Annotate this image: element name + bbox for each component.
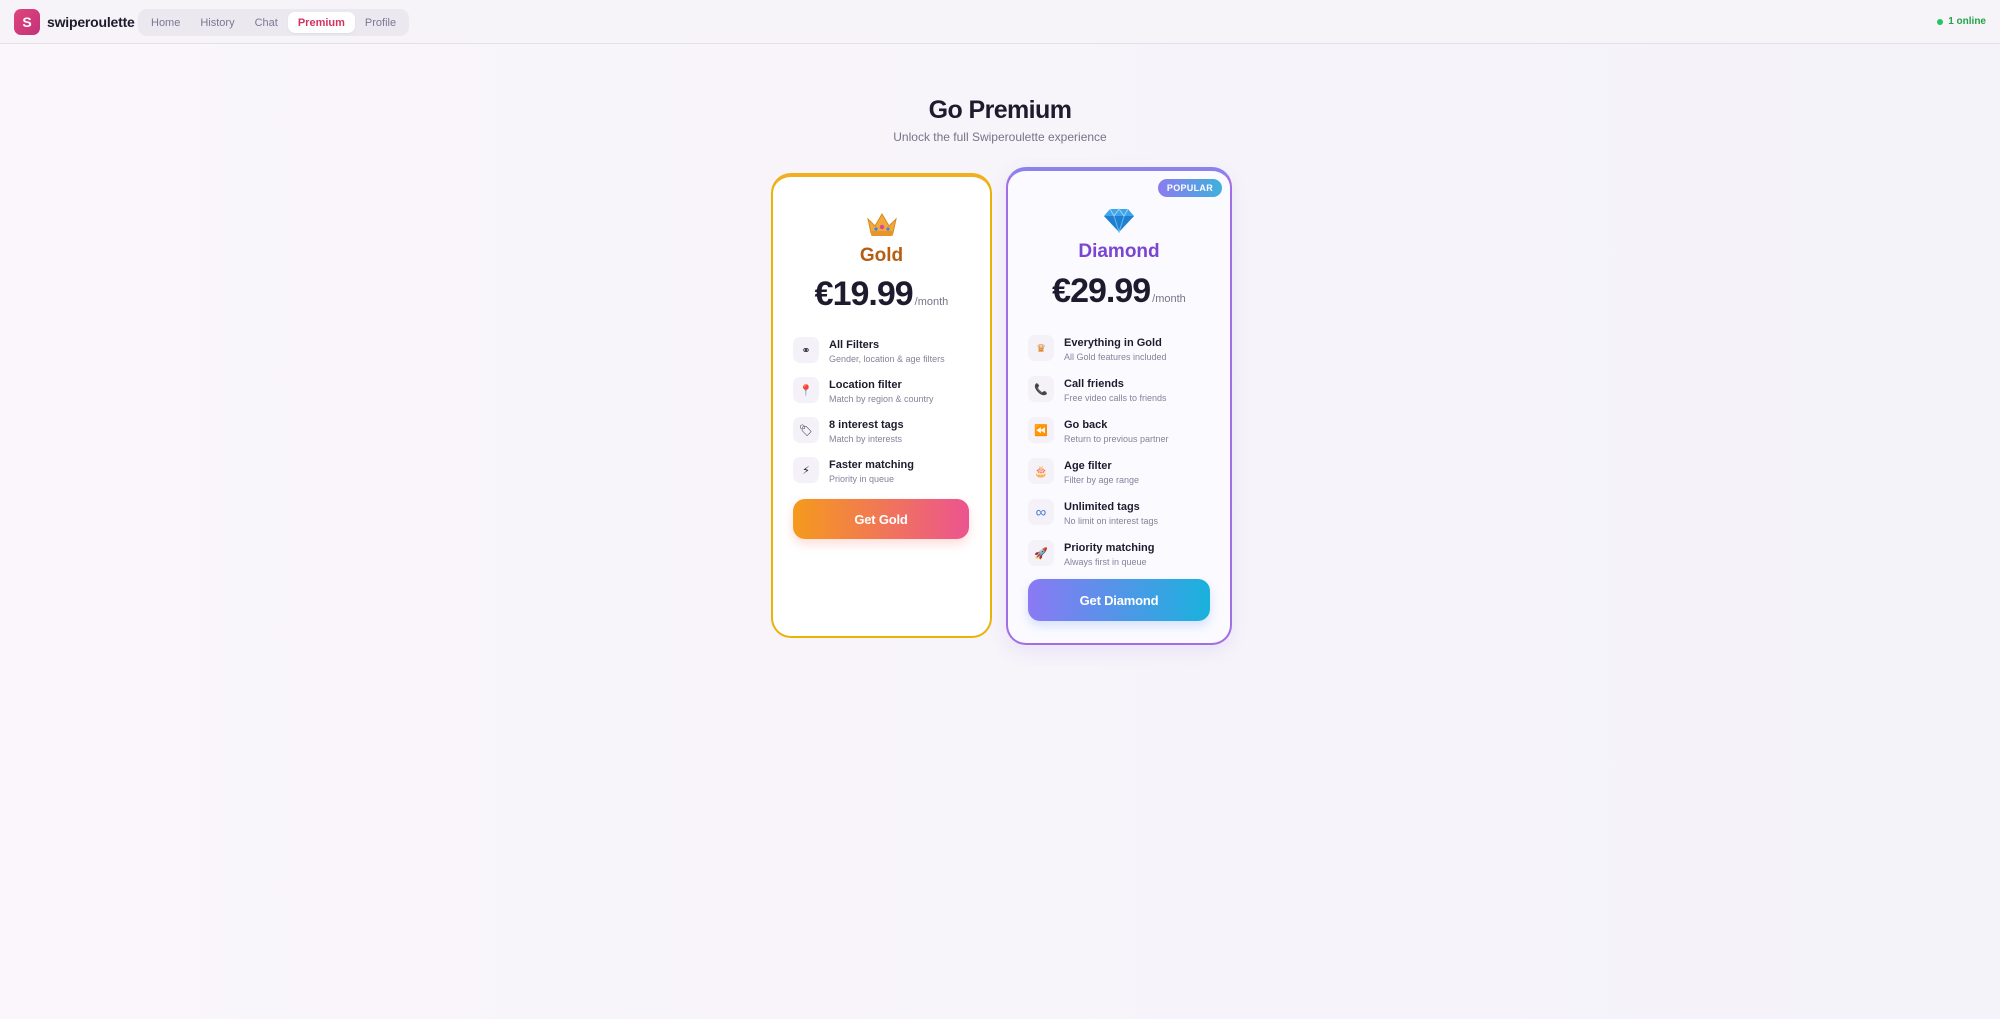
get-diamond-button[interactable]: Get Diamond	[1028, 579, 1210, 621]
crown-icon: ♛	[1028, 335, 1054, 361]
online-status: 1 online	[1937, 16, 1986, 27]
feature-desc: Priority in queue	[829, 474, 895, 484]
tab-premium[interactable]: Premium	[287, 12, 355, 33]
brand[interactable]: S swiperoulette	[14, 9, 135, 35]
feature-desc: No limit on interest tags	[1064, 516, 1159, 526]
gold-price: €19.99	[814, 275, 914, 313]
feature-desc: Filter by age range	[1064, 475, 1140, 485]
back-icon: ⏪	[1028, 417, 1054, 443]
gold-plan-name: Gold	[859, 245, 904, 266]
diamond-price: €29.99	[1052, 272, 1151, 310]
tag-icon: 🏷	[793, 417, 819, 443]
popular-badge: POPULAR	[1157, 179, 1222, 197]
tab-home[interactable]: Home	[141, 12, 190, 33]
gold-plan-card: Gold €19.99 /month ⚭ All Filters Gender,…	[771, 173, 992, 638]
diamond-feature-item: ♛ Everything in Gold All Gold features i…	[1028, 335, 1216, 363]
feature-title: Location filter	[829, 379, 902, 391]
brand-logo: S	[14, 9, 40, 35]
nav-tabs: Home History Chat Premium Profile	[138, 9, 410, 36]
diamond-icon	[1008, 207, 1230, 238]
feature-title: Everything in Gold	[1064, 337, 1162, 349]
feature-title: Go back	[1064, 419, 1108, 431]
phone-icon: 📞	[1028, 376, 1054, 402]
feature-title: Unlimited tags	[1064, 501, 1140, 513]
cake-icon: 🎂	[1028, 458, 1054, 484]
diamond-feature-item: ⏪ Go back Return to previous partner	[1028, 417, 1216, 445]
feature-desc: Return to previous partner	[1064, 434, 1169, 444]
feature-desc: Free video calls to friends	[1064, 393, 1167, 403]
online-dot-icon	[1937, 18, 1944, 25]
gold-feature-list: ⚭ All Filters Gender, location & age fil…	[793, 337, 976, 485]
feature-title: 8 interest tags	[829, 419, 904, 431]
gold-feature-item: 📍 Location filter Match by region & coun…	[793, 377, 976, 405]
feature-title: Priority matching	[1064, 542, 1155, 554]
get-gold-button[interactable]: Get Gold	[793, 499, 969, 539]
gold-feature-item: ⚭ All Filters Gender, location & age fil…	[793, 337, 976, 365]
tab-history[interactable]: History	[190, 12, 244, 33]
feature-desc: Gender, location & age filters	[829, 354, 945, 364]
gold-period: /month	[914, 296, 949, 308]
online-count: 1 online	[1948, 16, 1986, 27]
diamond-feature-item: 🚀 Priority matching Always first in queu…	[1028, 540, 1216, 568]
gold-price-row: €19.99 /month	[773, 275, 990, 314]
diamond-feature-item: ∞ Unlimited tags No limit on interest ta…	[1028, 499, 1216, 527]
infinity-icon: ∞	[1028, 499, 1054, 525]
diamond-price-row: €29.99 /month	[1008, 272, 1230, 311]
glasses-icon: ⚭	[793, 337, 819, 363]
diamond-feature-item: 📞 Call friends Free video calls to frien…	[1028, 376, 1216, 404]
feature-desc: All Gold features included	[1064, 352, 1167, 362]
feature-desc: Match by interests	[829, 434, 903, 444]
top-navigation-bar: S swiperoulette Home History Chat Premiu…	[0, 0, 2000, 44]
feature-title: Call friends	[1064, 378, 1124, 390]
feature-title: Faster matching	[829, 459, 914, 471]
diamond-feature-item: 🎂 Age filter Filter by age range	[1028, 458, 1216, 486]
brand-name: swiperoulette	[47, 14, 135, 30]
feature-title: Age filter	[1064, 460, 1112, 472]
diamond-period: /month	[1152, 293, 1186, 305]
diamond-plan-name: Diamond	[1078, 241, 1160, 262]
crown-icon	[773, 211, 990, 242]
tab-chat[interactable]: Chat	[245, 12, 288, 33]
page-subtitle: Unlock the full Swiperoulette experience	[893, 130, 1107, 144]
tab-profile[interactable]: Profile	[355, 12, 406, 33]
lightning-icon: ⚡	[793, 457, 819, 483]
gold-feature-item: ⚡ Faster matching Priority in queue	[793, 457, 976, 485]
feature-desc: Match by region & country	[829, 394, 934, 404]
gold-feature-item: 🏷 8 interest tags Match by interests	[793, 417, 976, 445]
diamond-feature-list: ♛ Everything in Gold All Gold features i…	[1028, 335, 1216, 568]
feature-desc: Always first in queue	[1064, 557, 1147, 567]
diamond-plan-card: POPULAR Diamond €29.99 /month ♛ Everythi…	[1006, 167, 1232, 645]
page-title: Go Premium	[928, 96, 1072, 124]
rocket-icon: 🚀	[1028, 540, 1054, 566]
pin-icon: 📍	[793, 377, 819, 403]
feature-title: All Filters	[829, 339, 880, 351]
